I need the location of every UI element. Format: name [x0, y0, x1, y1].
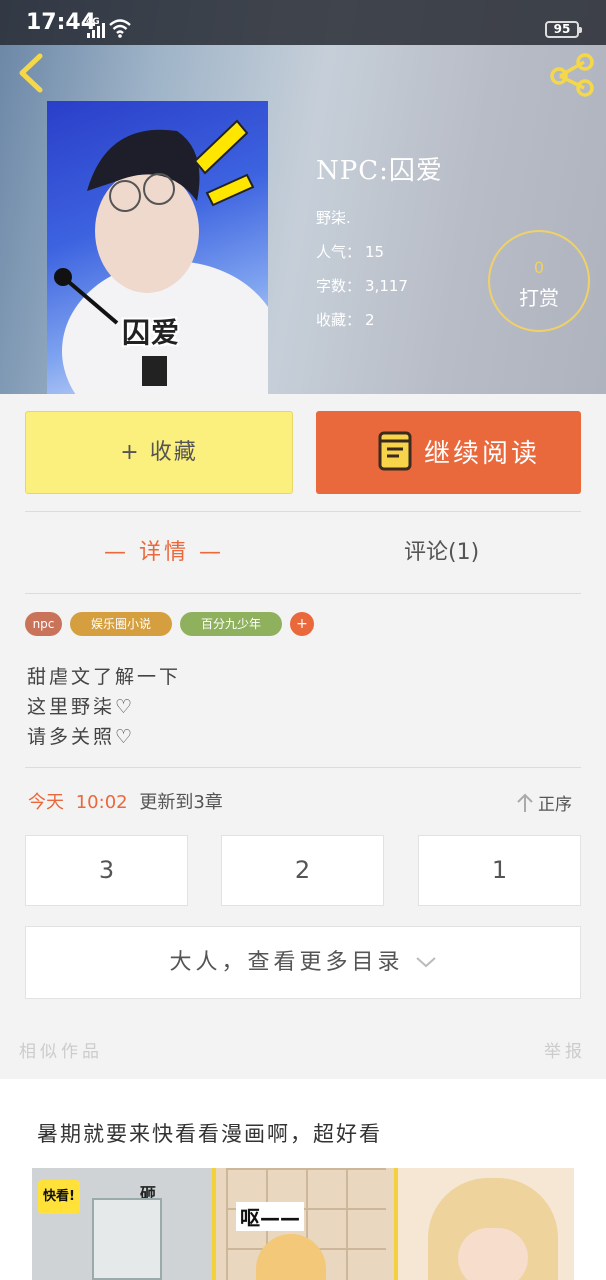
more-toc-button[interactable]: 大人，查看更多目录	[25, 926, 581, 999]
promo-title[interactable]: 暑期就要来快看看漫画啊，超好看	[37, 1118, 382, 1148]
chapter-item[interactable]: 3	[25, 835, 188, 906]
promo-logo: 快看!	[38, 1180, 80, 1214]
tag-npc[interactable]: npc	[25, 612, 62, 636]
favorites-value: 2	[365, 311, 375, 329]
wifi-icon	[109, 19, 131, 38]
signal-icon	[87, 23, 105, 38]
book-title: NPC:囚爱	[316, 156, 443, 186]
share-button[interactable]	[548, 52, 596, 98]
chevron-down-icon	[415, 957, 436, 968]
popularity-value: 15	[365, 243, 385, 261]
popularity-row: 人气： 15	[316, 235, 443, 269]
sort-order-button[interactable]: 正序	[516, 790, 572, 815]
promo-banner[interactable]: 快看! 砸 呕——	[32, 1168, 574, 1280]
word-count-value: 3,117	[365, 277, 408, 295]
reward-button[interactable]: 0 打赏	[488, 230, 590, 332]
add-tag-button[interactable]: +	[290, 612, 314, 636]
update-text: 更新到3章	[139, 792, 223, 813]
update-day: 今天	[28, 792, 64, 813]
reward-label: 打赏	[519, 286, 559, 310]
battery-icon: 95	[545, 21, 582, 38]
book-header: 17:44 4G 95 囚爱 NPC:囚爱 野柒. 人气： 15 字数： 3,1…	[0, 0, 606, 394]
more-toc-label: 大人，查看更多目录	[169, 950, 404, 975]
collect-button[interactable]: + 收藏	[25, 411, 293, 494]
book-description: 甜虐文了解一下 这里野柒♡ 请多关照♡	[27, 662, 181, 752]
book-cover[interactable]: 囚爱	[47, 101, 268, 394]
continue-reading-button[interactable]: 继续阅读	[316, 411, 581, 494]
back-button[interactable]	[14, 52, 50, 94]
continue-reading-label: 继续阅读	[424, 439, 541, 469]
tag-teen[interactable]: 百分九少年	[180, 612, 282, 636]
comic-panel	[398, 1168, 574, 1280]
report-button[interactable]: 举报	[544, 1037, 586, 1062]
divider	[25, 767, 581, 768]
similar-works-heading: 相似作品	[19, 1042, 103, 1062]
cover-title: 囚爱	[122, 316, 181, 349]
description-line: 这里野柒♡	[27, 696, 136, 718]
favorites-row: 收藏： 2	[316, 303, 443, 337]
comic-panel: 快看! 砸	[32, 1168, 212, 1280]
reward-count: 0	[533, 258, 545, 277]
divider	[25, 593, 581, 594]
tag-entertainment[interactable]: 娱乐圈小说	[70, 612, 172, 636]
comic-door	[92, 1198, 162, 1280]
sort-order-label: 正序	[538, 795, 572, 815]
divider	[25, 511, 581, 512]
update-time: 10:02	[75, 792, 128, 813]
favorites-label: 收藏：	[316, 311, 362, 329]
book-icon	[378, 431, 412, 471]
chapter-item[interactable]: 2	[221, 835, 384, 906]
description-line: 甜虐文了解一下	[27, 666, 182, 688]
comic-panel: 呕——	[216, 1168, 394, 1280]
update-info: 今天 10:02 更新到3章	[28, 788, 223, 814]
tab-comments[interactable]: 评论(1)	[404, 534, 479, 566]
word-count-label: 字数：	[316, 277, 362, 295]
comic-sfx: 呕——	[236, 1202, 304, 1231]
word-count-row: 字数： 3,117	[316, 269, 443, 303]
book-author: 野柒.	[316, 209, 351, 227]
comic-face	[458, 1228, 528, 1280]
popularity-label: 人气：	[316, 243, 362, 261]
chapter-item[interactable]: 1	[418, 835, 581, 906]
status-bar: 17:44 4G 95	[0, 0, 606, 45]
tab-detail[interactable]: — 详情 —	[104, 534, 224, 566]
book-info: NPC:囚爱 野柒. 人气： 15 字数： 3,117 收藏： 2	[316, 150, 443, 337]
arrow-up-icon	[517, 793, 533, 812]
description-line: 请多关照♡	[27, 726, 136, 748]
